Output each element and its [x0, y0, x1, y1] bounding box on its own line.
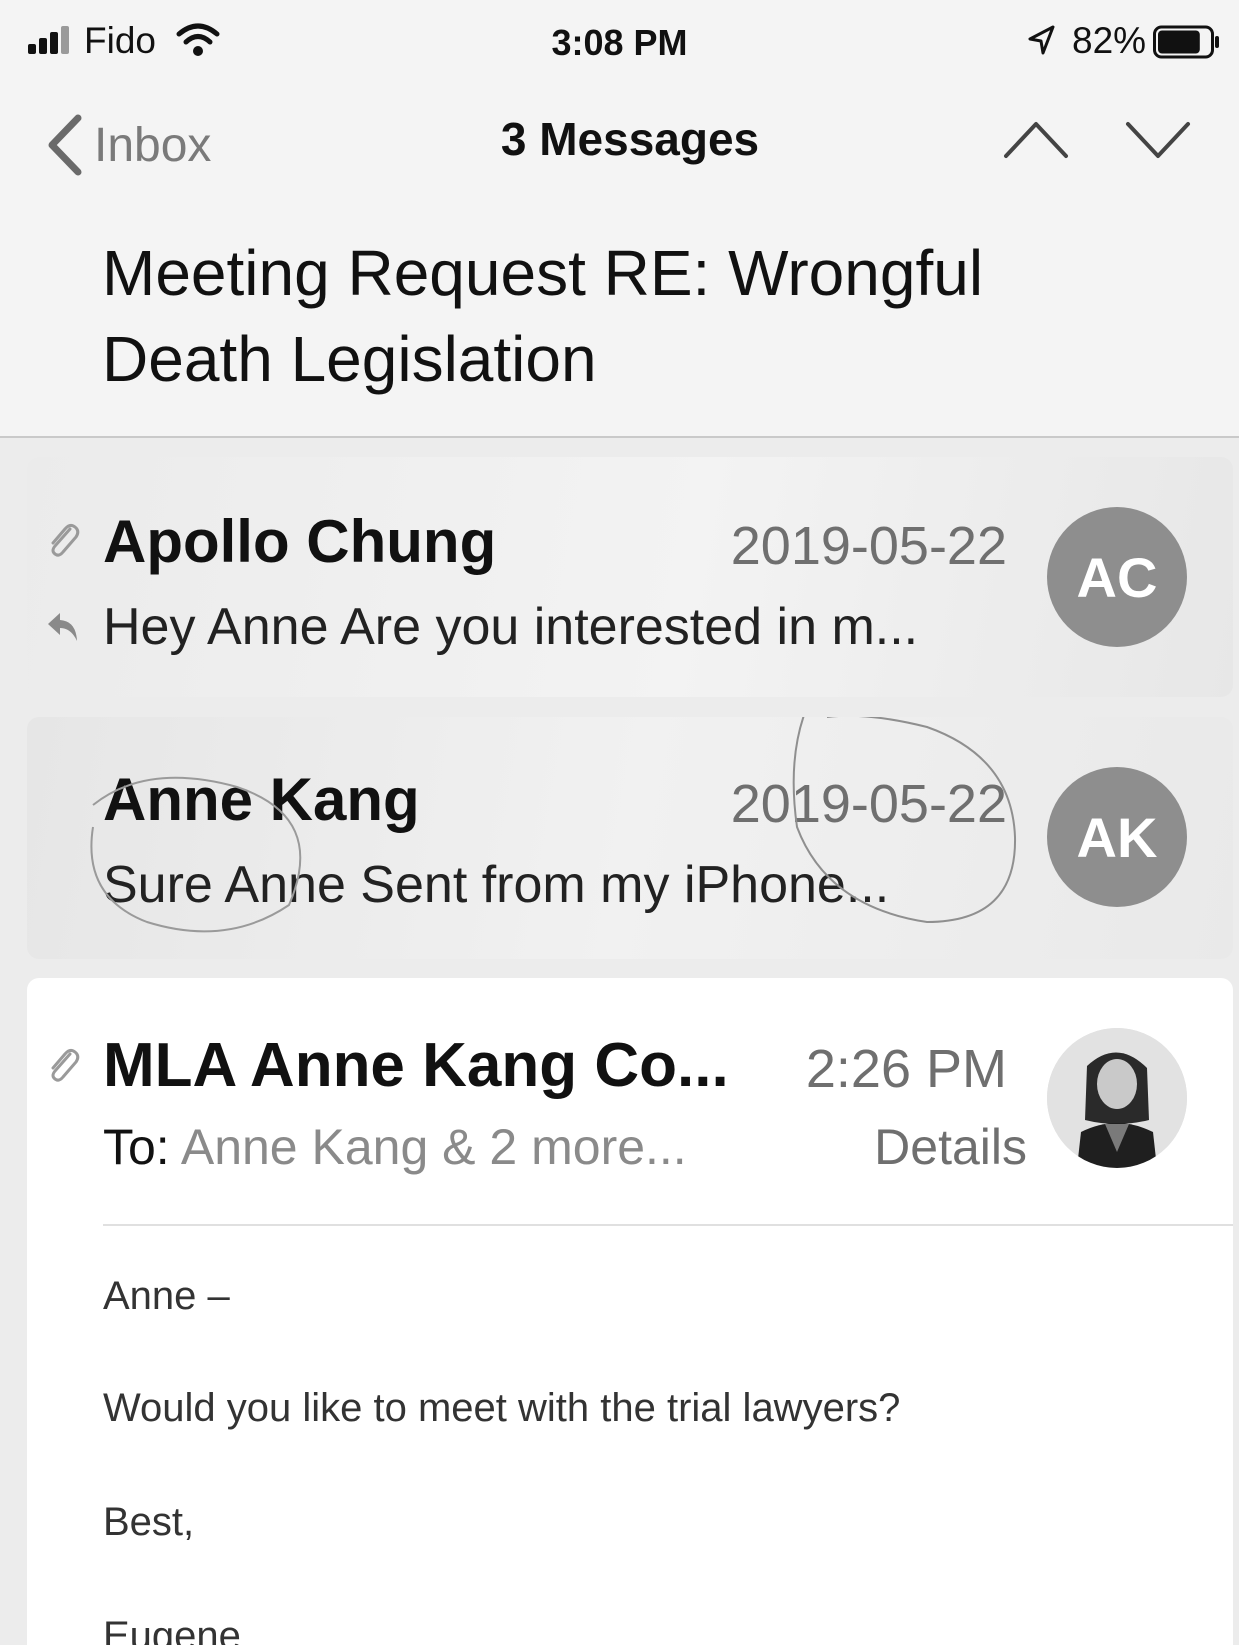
chevron-up-icon[interactable]	[1002, 116, 1070, 164]
battery-percent: 82%	[1072, 20, 1147, 61]
body-closing: Best,	[103, 1500, 195, 1544]
body-text: Would you like to meet with the trial la…	[103, 1386, 901, 1430]
details-link[interactable]: Details	[807, 1118, 1027, 1176]
status-bar: Fido 3:08 PM 82%	[0, 0, 1239, 86]
message-preview: Hey Anne Are you interested in m...	[103, 598, 919, 656]
subject-header: Meeting Request RE: Wrongful Death Legis…	[0, 204, 1239, 438]
message-card-anne-kang[interactable]: Anne Kang 2019-05-22 Sure Anne Sent from…	[27, 717, 1233, 959]
recipients-list[interactable]: Anne Kang & 2 more...	[181, 1119, 687, 1175]
photo-avatar	[1047, 1028, 1187, 1168]
paperclip-icon	[51, 1048, 80, 1082]
body-signature: Eugene	[103, 1614, 241, 1645]
divider	[103, 1224, 1233, 1226]
message-date: 2019-05-22	[730, 516, 1007, 576]
sender-name: Apollo Chung	[103, 508, 497, 575]
message-time: 2:26 PM	[805, 1039, 1007, 1099]
chevron-down-icon[interactable]	[1124, 116, 1192, 164]
recipients-line: To: Anne Kang & 2 more...	[103, 1118, 687, 1176]
sender-name: MLA Anne Kang Co...	[103, 1031, 729, 1100]
message-card-apollo-chung[interactable]: Apollo Chung 2019-05-22 Hey Anne Are you…	[27, 457, 1233, 697]
avatar: AK	[1047, 767, 1187, 907]
battery-icon	[1153, 25, 1219, 59]
sender-name: Anne Kang	[103, 766, 420, 833]
avatar: AC	[1047, 507, 1187, 647]
to-label: To:	[103, 1119, 170, 1175]
reply-icon	[48, 613, 77, 641]
message-date: 2019-05-22	[730, 774, 1007, 834]
email-subject: Meeting Request RE: Wrongful Death Legis…	[102, 237, 984, 395]
body-greeting: Anne –	[103, 1274, 230, 1318]
paperclip-icon	[51, 523, 80, 557]
mail-thread-screen: Fido 3:08 PM 82% Inbox 3 Messages Meetin…	[0, 0, 1239, 1645]
message-card-mla-anne-kang[interactable]: MLA Anne Kang Co... 2:26 PM To: Anne Kan…	[27, 978, 1233, 1645]
location-arrow-icon	[1028, 25, 1055, 55]
message-preview: Sure Anne Sent from my iPhone...	[103, 856, 890, 914]
navigation-bar: Inbox 3 Messages	[0, 86, 1239, 204]
